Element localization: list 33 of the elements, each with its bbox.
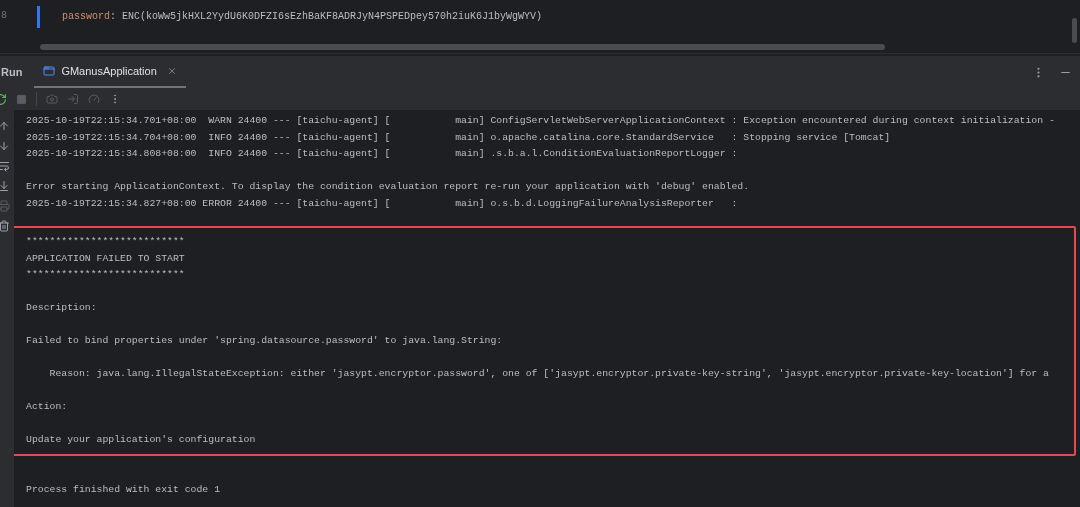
trash-icon[interactable]: [0, 220, 10, 232]
console-line: APPLICATION FAILED TO START: [26, 251, 185, 266]
console-line: ***************************: [26, 268, 185, 282]
line-number: 8: [1, 9, 8, 23]
console-line: Failed to bind properties under 'spring.datasource.password' to java.lang.String:: [26, 334, 503, 348]
console-line: Update your application's configuration: [26, 433, 256, 447]
yaml-key: password: [62, 9, 110, 30]
console-line: Action:: [26, 400, 68, 414]
down-arrow-icon[interactable]: [0, 140, 10, 152]
application-icon: [43, 65, 56, 77]
horizontal-scrollbar[interactable]: [40, 44, 885, 50]
yaml-separator: :: [110, 10, 117, 24]
vertical-scrollbar[interactable]: [1072, 18, 1077, 43]
import-icon[interactable]: [67, 93, 79, 105]
yaml-value: ENC(koWw5jkHXL2YydU6K0DFZI6sEzhBaKF8ADRJyN4PSPEDpey570h2iuK6J1byWgWYV): [122, 10, 543, 24]
console-line: Reason: java.lang.IllegalStateException: either 'jasypt.encryptor.password', one of ['jasypt.encryptor.private-key-string', 'jasypt.encryptor.private-key-location'] for a: [48, 367, 1049, 381]
console-line: 2025-10-19T22:15:34.827+08:00 ERROR 24400 --- [taichu-agent] [ main] o.s.b.d.LoggingFailureAnalysisReporter :: [26, 196, 738, 211]
scroll-to-end-icon[interactable]: [0, 180, 10, 192]
print-icon[interactable]: [0, 200, 10, 212]
console-line: Description:: [26, 301, 97, 315]
up-arrow-icon[interactable]: [0, 120, 10, 132]
stop-icon[interactable]: [16, 93, 27, 105]
console-line: ***************************: [26, 235, 185, 249]
gauge-icon[interactable]: [88, 93, 100, 105]
camera-icon[interactable]: [46, 93, 58, 105]
console-line: 2025-10-19T22:15:34.701+08:00 WARN 24400 --- [taichu-agent] [ main] ConfigServletWebServerApplicationContext : Exception encountered during context initialization -: [26, 114, 1055, 128]
console-line: Error starting ApplicationContext. To display the condition evaluation report re-run your application with 'debug' enabled.: [26, 180, 750, 194]
console-line: 2025-10-19T22:15:34.808+08:00 INFO 24400 --- [taichu-agent] [ main] .s.b.a.l.ConditionEvaluationReportLogger :: [26, 147, 738, 161]
soft-wrap-icon[interactable]: [0, 160, 10, 172]
panel-title: Run: [1, 64, 23, 80]
close-icon[interactable]: [166, 66, 177, 76]
exit-message: Process finished with exit code 1: [26, 482, 220, 497]
console-line: 2025-10-19T22:15:34.704+08:00 INFO 24400 --- [taichu-agent] [ main] o.apache.catalina.core.StandardService : Stopping service [Tomcat]: [26, 130, 891, 145]
